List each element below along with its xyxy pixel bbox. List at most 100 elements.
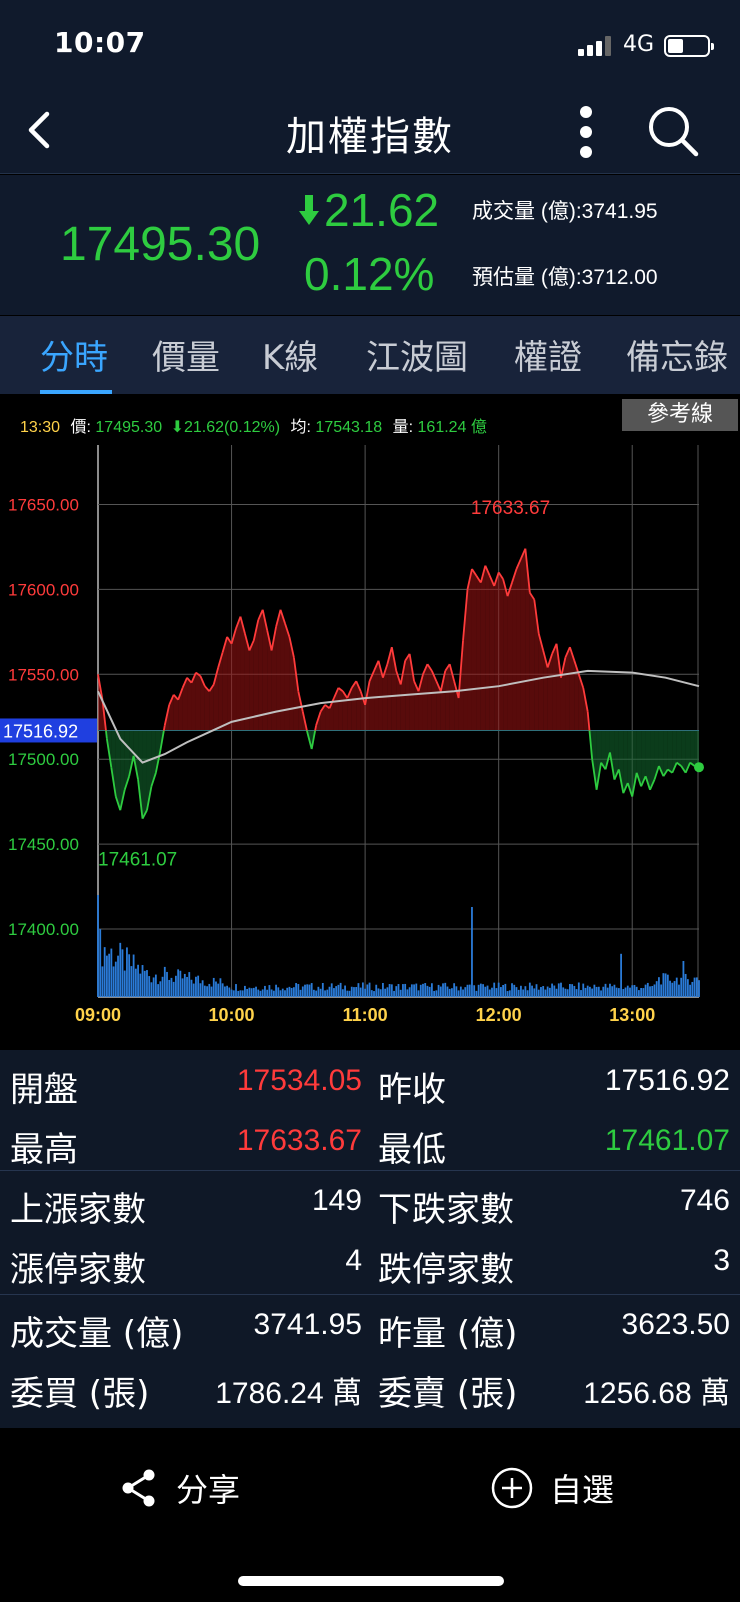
price-area (516, 558, 521, 731)
volume-bar (693, 977, 696, 997)
volume-bar (649, 986, 651, 997)
y-tick-label: 17500.00 (8, 750, 79, 769)
volume-bar (553, 985, 556, 997)
volume-bar (482, 984, 484, 997)
volume-bar (217, 983, 220, 997)
volume-bar (386, 987, 389, 997)
tab-kline[interactable]: K線 (262, 330, 318, 379)
volume-bar (638, 990, 640, 997)
y-tick-label: 17400.00 (8, 920, 79, 939)
x-tick-label: 09:00 (75, 1005, 121, 1025)
volume-bar (275, 984, 277, 997)
volume-bar (560, 982, 562, 997)
info-time: 13:30 (20, 419, 61, 436)
volume-bar (511, 983, 513, 997)
volume-bar (177, 969, 180, 997)
volume-bar (375, 984, 378, 997)
volume-bar (597, 986, 600, 997)
stat-value: 1786.24 萬 (215, 1377, 362, 1410)
info-avg: 17543.18 (315, 419, 383, 436)
volume-bar (146, 970, 148, 997)
volume-bar (624, 987, 627, 997)
stat-label: 成交量 (億) (10, 1314, 184, 1354)
volume-bar (620, 953, 622, 997)
signal-icon (578, 36, 618, 56)
y-tick-label: 17650.00 (8, 495, 79, 514)
y-tick-label: 17600.00 (8, 580, 79, 599)
volume-bar (157, 984, 159, 997)
volume-bar (172, 981, 175, 997)
intraday-chart[interactable]: 17650.00 17600.00 17550.00 17500.00 17450.00… (0, 395, 740, 1035)
price-area (471, 568, 477, 731)
price-area (467, 568, 472, 731)
volume-bar (150, 982, 153, 997)
price-area (529, 592, 535, 731)
volume-bar (390, 984, 393, 997)
volume-bar (384, 988, 387, 997)
volume-bar (326, 989, 329, 997)
reference-line-button[interactable]: 參考線 (622, 399, 738, 431)
volume-bar (324, 990, 326, 997)
volume-bar (484, 986, 487, 997)
stat-label: 委買 (張) (10, 1374, 150, 1414)
volume-bar (130, 966, 133, 997)
stat-row: 成交量 (億) 3741.95 昨量 (億) 3623.50 (0, 1298, 740, 1360)
reference-label: 17516.92 (3, 721, 78, 741)
volume-bar (241, 990, 244, 997)
volume-bar (575, 989, 578, 997)
share-icon (122, 1469, 155, 1507)
tab-warrants[interactable]: 權證 (514, 330, 582, 379)
arrow-down-icon (299, 195, 319, 225)
share-button[interactable]: 分享 (120, 1458, 240, 1518)
volume-bar (439, 986, 442, 997)
tab-intraday[interactable]: 分時 (40, 330, 108, 379)
volume-bar (284, 990, 286, 997)
volume-bar (535, 984, 538, 997)
volume-bar (141, 965, 144, 997)
volume-bar (653, 984, 656, 997)
volume-bar (183, 973, 186, 997)
price-area (485, 565, 490, 731)
volume-bar (188, 972, 191, 997)
volume-bar (179, 970, 182, 997)
volume-bar (646, 982, 649, 997)
volume-bar (698, 980, 700, 997)
search-icon (649, 107, 699, 157)
volume-bar (108, 953, 111, 997)
volume-bar (595, 986, 598, 997)
info-price: 17495.30 (95, 419, 163, 436)
volume-bar (235, 984, 237, 997)
volume-bar (515, 987, 518, 997)
more-button[interactable] (564, 104, 608, 160)
volume-bar (631, 985, 634, 997)
volume-bar (230, 989, 233, 997)
volume-bar (491, 987, 493, 997)
tab-memo[interactable]: 備忘錄 (626, 330, 728, 379)
tab-wave-chart[interactable]: 江波圖 (366, 330, 468, 379)
volume-bar (215, 981, 217, 997)
volume-bar (689, 984, 691, 997)
volume-bar (288, 986, 291, 997)
tab-price-volume[interactable]: 價量 (152, 330, 220, 379)
volume-bar (292, 987, 295, 997)
info-change-value: 21.62(0.12%) (184, 419, 281, 436)
volume-bar (444, 982, 447, 997)
volume-bar (250, 988, 253, 997)
stat-label: 委賣 (張) (378, 1374, 518, 1414)
volume-bar (117, 955, 119, 997)
volume-bar (448, 988, 451, 997)
stat-row: 委買 (張) 1786.24 萬委賣 (張) 1256.68 萬 (0, 1358, 740, 1420)
volume-bar (466, 984, 469, 997)
volume-bar (335, 986, 338, 997)
volume-bar (600, 990, 602, 997)
stat-label: 最低 (378, 1130, 446, 1170)
watchlist-button[interactable]: 自選 (490, 1458, 614, 1518)
volume-bar (406, 989, 409, 997)
page-title: 加權指數 (286, 114, 454, 160)
volume-bar (584, 987, 587, 997)
volume-bar (195, 976, 197, 997)
volume-bar (192, 983, 195, 997)
volume-bar (464, 987, 467, 997)
volume-bar (673, 981, 676, 997)
search-button[interactable] (644, 102, 704, 162)
